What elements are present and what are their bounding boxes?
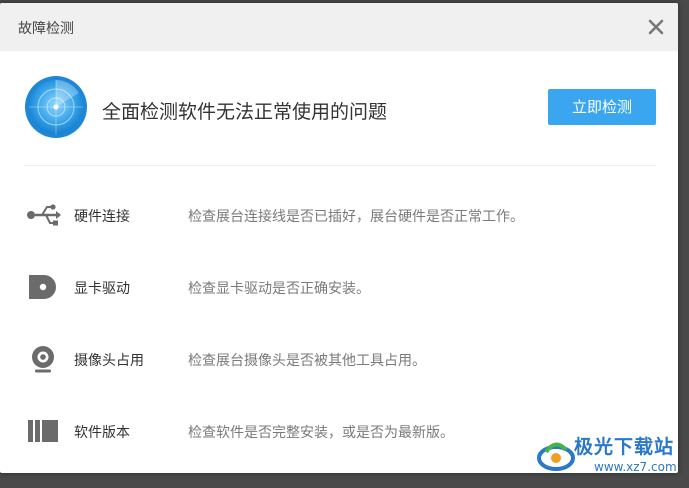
check-description: 检查软件是否完整安装，或是否为最新版。 xyxy=(188,425,454,441)
detect-headline: 全面检测软件无法正常使用的问题 xyxy=(102,101,388,123)
check-item-hardware: 硬件连接 检查展台连接线是否已插好，展台硬件是否正常工作。 xyxy=(26,197,646,233)
close-button[interactable] xyxy=(642,13,670,41)
check-description: 检查显卡驱动是否正确安装。 xyxy=(188,281,370,297)
fault-detection-dialog: 故障检测 全面检测软件无法正常使用的问题 立即检测 硬件连接 检查展台连接线是否… xyxy=(0,3,678,473)
watermark-url: www.xz7.com xyxy=(594,460,677,474)
check-name: 硬件连接 xyxy=(74,209,130,225)
start-detect-button[interactable]: 立即检测 xyxy=(548,89,656,125)
check-name: 摄像头占用 xyxy=(74,353,144,369)
software-version-icon xyxy=(28,420,58,442)
check-name: 软件版本 xyxy=(74,425,130,441)
check-description: 检查展台连接线是否已插好，展台硬件是否正常工作。 xyxy=(188,209,524,225)
watermark-text: 极光下载站 xyxy=(574,436,675,458)
title-bar: 故障检测 xyxy=(0,3,678,51)
close-icon xyxy=(648,19,664,35)
usb-icon xyxy=(27,204,61,226)
aurora-logo-icon xyxy=(537,442,575,471)
detect-header: 全面检测软件无法正常使用的问题 立即检测 xyxy=(24,75,656,147)
graphics-card-icon xyxy=(29,275,56,299)
site-watermark: 极光下载站 www.xz7.com xyxy=(536,430,686,482)
check-name: 显卡驱动 xyxy=(74,281,130,297)
webcam-icon xyxy=(32,346,54,373)
check-description: 检查展台摄像头是否被其他工具占用。 xyxy=(188,353,426,369)
check-item-camera: 摄像头占用 检查展台摄像头是否被其他工具占用。 xyxy=(26,341,646,377)
divider xyxy=(24,165,656,166)
radar-icon xyxy=(25,76,87,138)
dialog-title: 故障检测 xyxy=(18,21,74,37)
check-item-graphics-driver: 显卡驱动 检查显卡驱动是否正确安装。 xyxy=(26,269,646,305)
